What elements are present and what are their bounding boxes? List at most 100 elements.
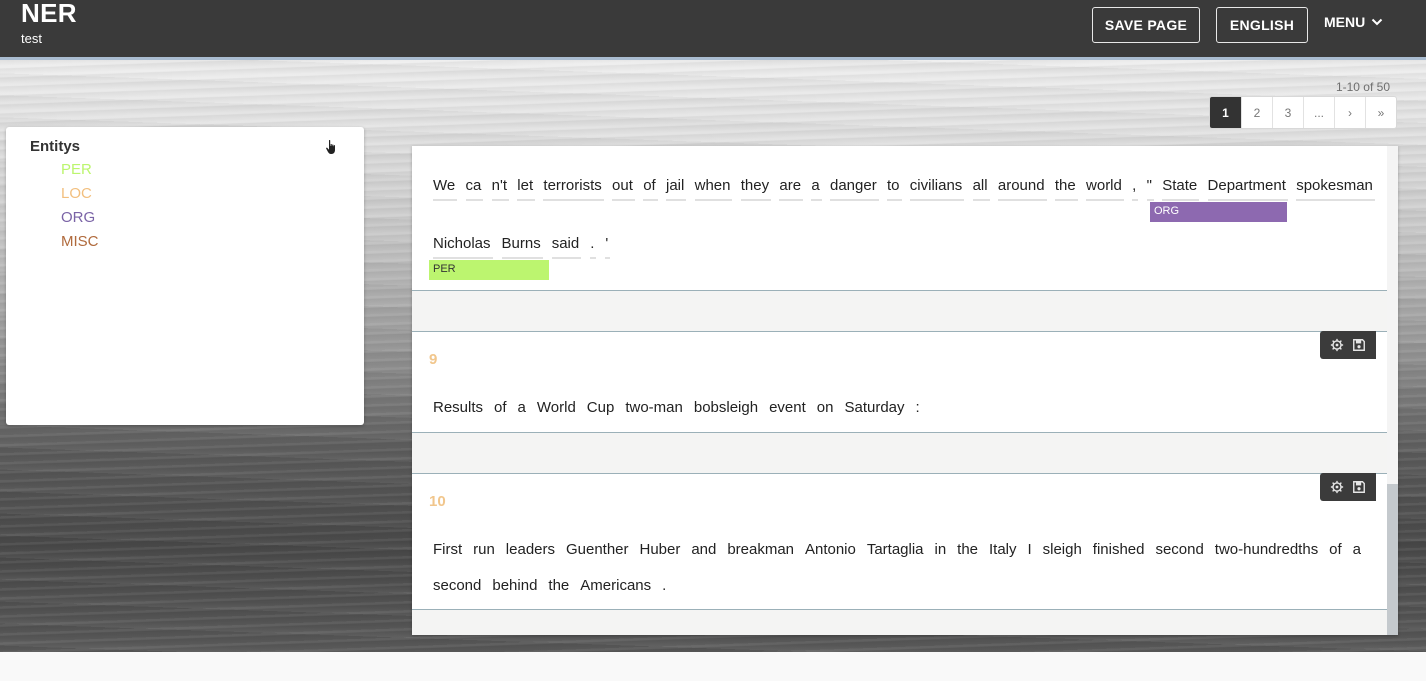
token[interactable]: a bbox=[1353, 541, 1363, 563]
token[interactable]: State bbox=[1162, 177, 1200, 201]
token[interactable]: the bbox=[1054, 177, 1078, 201]
sentence-list: We ca n't let terrorists out of jail whe… bbox=[412, 146, 1398, 635]
gear-reset-icon[interactable] bbox=[1330, 480, 1344, 494]
token[interactable]: said bbox=[551, 235, 582, 259]
token[interactable]: two-hundredths bbox=[1215, 541, 1320, 563]
token[interactable]: a bbox=[518, 399, 528, 421]
token[interactable]: world bbox=[1086, 177, 1124, 201]
row-separator bbox=[412, 331, 1387, 332]
token[interactable]: First bbox=[433, 541, 464, 563]
token-line: Nicholas Burns said . ' bbox=[433, 235, 1375, 259]
entity-item-per[interactable]: PER bbox=[61, 161, 99, 185]
token[interactable]: We bbox=[433, 177, 458, 201]
last-page-button[interactable]: » bbox=[1365, 97, 1396, 128]
token[interactable]: second bbox=[1155, 541, 1205, 563]
token[interactable]: spokesman bbox=[1296, 177, 1375, 201]
page-3-button[interactable]: 3 bbox=[1272, 97, 1303, 128]
token[interactable]: Nicholas bbox=[433, 235, 493, 259]
token[interactable]: Guenther bbox=[566, 541, 631, 563]
token[interactable]: event bbox=[769, 399, 808, 421]
scrollbar-thumb[interactable] bbox=[1387, 484, 1398, 635]
token[interactable]: on bbox=[817, 399, 836, 421]
token[interactable]: two-man bbox=[625, 399, 685, 421]
token[interactable]: finished bbox=[1093, 541, 1147, 563]
entity-item-misc[interactable]: MISC bbox=[61, 233, 99, 257]
token[interactable]: out bbox=[612, 177, 635, 201]
token[interactable]: Italy bbox=[989, 541, 1019, 563]
menu-label: MENU bbox=[1324, 14, 1366, 30]
token[interactable]: Burns bbox=[501, 235, 543, 259]
token[interactable]: the bbox=[548, 577, 571, 599]
entity-list: PER LOC ORG MISC bbox=[61, 161, 99, 257]
entity-item-loc[interactable]: LOC bbox=[61, 185, 99, 209]
token[interactable]: " bbox=[1146, 177, 1154, 201]
token[interactable]: to bbox=[886, 177, 902, 201]
page-1-button[interactable]: 1 bbox=[1210, 97, 1241, 128]
menu-button[interactable]: MENU bbox=[1324, 14, 1383, 30]
token[interactable]: I bbox=[1027, 541, 1033, 563]
sentence-number: 10 bbox=[429, 493, 446, 510]
floppy-save-icon[interactable] bbox=[1352, 480, 1366, 494]
token[interactable]: a bbox=[811, 177, 822, 201]
page-2-button[interactable]: 2 bbox=[1241, 97, 1272, 128]
page-ellipsis[interactable]: ... bbox=[1303, 97, 1334, 128]
token[interactable]: in bbox=[935, 541, 949, 563]
token[interactable]: Department bbox=[1207, 177, 1288, 201]
save-page-button[interactable]: SAVE PAGE bbox=[1092, 7, 1200, 43]
token[interactable]: Americans bbox=[580, 577, 653, 599]
token[interactable]: let bbox=[517, 177, 536, 201]
token[interactable]: World bbox=[537, 399, 578, 421]
token[interactable]: . bbox=[590, 235, 597, 259]
token[interactable]: jail bbox=[665, 177, 687, 201]
token[interactable]: , bbox=[1132, 177, 1139, 201]
token[interactable]: bobsleigh bbox=[694, 399, 760, 421]
token-line: Results of a World Cup two-man bobsleigh… bbox=[433, 399, 1375, 421]
row-gap bbox=[412, 433, 1387, 473]
token[interactable]: Saturday bbox=[844, 399, 906, 421]
token[interactable]: of bbox=[643, 177, 658, 201]
token[interactable]: : bbox=[916, 399, 922, 421]
row-toolbar bbox=[1320, 473, 1376, 501]
token[interactable]: danger bbox=[829, 177, 879, 201]
token[interactable]: Results bbox=[433, 399, 485, 421]
token[interactable]: are bbox=[779, 177, 804, 201]
token[interactable]: when bbox=[694, 177, 733, 201]
token[interactable]: leaders bbox=[506, 541, 557, 563]
token[interactable]: second bbox=[433, 577, 483, 599]
token-line: First run leaders Guenther Huber and bre… bbox=[433, 541, 1363, 563]
pagination: 1 2 3 ... › » bbox=[1209, 96, 1397, 129]
token[interactable]: n't bbox=[491, 177, 510, 201]
hand-pointer-icon[interactable] bbox=[324, 139, 340, 155]
token[interactable]: of bbox=[494, 399, 509, 421]
token[interactable]: all bbox=[972, 177, 990, 201]
token[interactable]: ca bbox=[465, 177, 484, 201]
token[interactable]: ' bbox=[605, 235, 611, 259]
token[interactable]: Cup bbox=[587, 399, 617, 421]
token[interactable]: sleigh bbox=[1043, 541, 1084, 563]
token[interactable]: they bbox=[740, 177, 772, 201]
token-line: second behind the Americans . bbox=[433, 577, 1375, 599]
token[interactable]: and bbox=[691, 541, 718, 563]
next-page-button[interactable]: › bbox=[1334, 97, 1365, 128]
token[interactable]: breakman bbox=[727, 541, 796, 563]
token[interactable]: behind bbox=[492, 577, 539, 599]
token[interactable]: Tartaglia bbox=[867, 541, 926, 563]
token[interactable]: Antonio bbox=[805, 541, 858, 563]
token[interactable]: run bbox=[473, 541, 497, 563]
entity-panel: Entitys PER LOC ORG MISC bbox=[6, 127, 364, 425]
language-button[interactable]: ENGLISH bbox=[1216, 7, 1308, 43]
token[interactable]: . bbox=[662, 577, 668, 599]
token[interactable]: the bbox=[957, 541, 980, 563]
floppy-save-icon[interactable] bbox=[1352, 338, 1366, 352]
token[interactable]: of bbox=[1329, 541, 1344, 563]
footer-area bbox=[0, 652, 1426, 681]
token[interactable]: Huber bbox=[639, 541, 682, 563]
token[interactable]: civilians bbox=[909, 177, 965, 201]
entity-item-org[interactable]: ORG bbox=[61, 209, 99, 233]
token[interactable]: around bbox=[997, 177, 1047, 201]
gear-reset-icon[interactable] bbox=[1330, 338, 1344, 352]
app-header: NER test SAVE PAGE ENGLISH MENU bbox=[0, 0, 1426, 60]
entity-tag-per[interactable]: PER bbox=[429, 260, 549, 280]
token[interactable]: terrorists bbox=[543, 177, 604, 201]
entity-tag-org[interactable]: ORG bbox=[1150, 202, 1287, 222]
